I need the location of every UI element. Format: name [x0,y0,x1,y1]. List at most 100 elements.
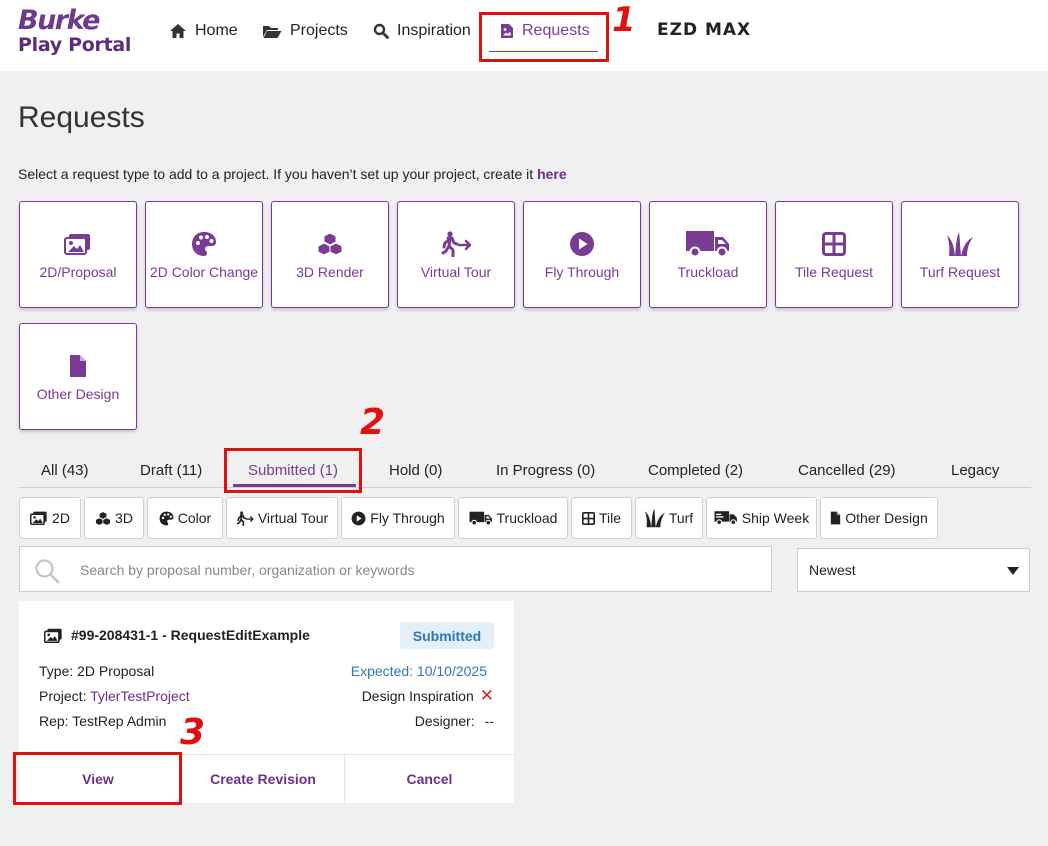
logo-brand: Burke [18,5,100,36]
request-type-virtual-tour[interactable]: Virtual Tour [397,201,515,308]
play-circle-icon [570,231,594,256]
request-card-title: #99-208431-1 - RequestEditExample [71,627,310,643]
truck-icon [469,511,492,526]
create-revision-button[interactable]: Create Revision [182,755,344,803]
filter-chip-label: Fly Through [370,510,445,526]
filter-chip-label: Color [177,510,212,526]
turf-icon [947,231,973,256]
filter-chip-label: Ship Week [741,510,810,526]
request-type-label: Turf Request [919,263,1001,280]
page-title: Requests [18,101,145,134]
annotation-number-1: 1 [612,0,636,40]
filter-chip-virtual-tour[interactable]: Virtual Tour [226,497,338,539]
search-input[interactable] [80,557,740,583]
turf-icon [644,508,665,528]
search-icon [35,559,60,584]
request-type-3d-render[interactable]: 3D Render [271,201,389,308]
logo[interactable]: Burke Play Portal [18,6,140,58]
images-icon [64,233,90,255]
home-icon [170,24,186,38]
tab-completed[interactable]: Completed (2) [648,462,743,479]
annotation-number-3: 3 [180,712,206,753]
filter-chip-label: 3D [115,510,133,526]
file-icon [831,511,841,525]
project-link[interactable]: TylerTestProject [90,688,190,704]
shipping-icon [714,511,737,526]
nav-inspiration[interactable]: Inspiration [373,20,471,42]
walking-icon [236,510,254,526]
request-type-fly-through[interactable]: Fly Through [523,201,641,308]
intro-text-body: Select a request type to add to a projec… [18,166,538,182]
ezd-max-link[interactable]: EZD MAX [657,20,751,40]
filter-chip-2d[interactable]: 2D [19,497,81,539]
status-badge: Submitted [400,622,494,649]
filter-chip-fly-through[interactable]: Fly Through [341,497,455,539]
filter-chip-label: Truckload [496,510,558,526]
nav-home[interactable]: Home [169,20,238,42]
rep-label: Rep: [39,713,69,729]
annotation-number-2: 2 [360,402,386,443]
filter-chip-other-design[interactable]: Other Design [820,497,938,539]
designer-label: Designer: [414,713,475,729]
palette-icon [192,231,216,256]
request-type-label: 2D Color Change [149,263,259,280]
design-inspiration-row: Design Inspiration ✕ [361,686,494,705]
filter-chip-label: Tile [598,510,622,526]
images-icon [30,511,47,525]
request-type-label: Other Design [36,385,120,402]
request-type-2d-color-change[interactable]: 2D Color Change [145,201,263,308]
request-type-tile-request[interactable]: Tile Request [775,201,893,308]
close-icon: ✕ [479,686,494,705]
filter-chip-label: Turf [668,510,694,526]
type-value: 2D Proposal [77,663,155,679]
nav-projects-label: Projects [290,22,348,39]
tabs-divider [19,487,1031,488]
filter-chip-color[interactable]: Color [147,497,223,539]
tab-draft[interactable]: Draft (11) [140,462,202,479]
annotation-box-submitted [224,448,362,493]
nav-projects[interactable]: Projects [262,20,348,42]
request-type-label: Truckload [677,263,739,280]
cubes-icon [95,510,111,526]
request-type-turf-request[interactable]: Turf Request [901,201,1019,308]
filter-chip-turf[interactable]: Turf [635,497,703,539]
request-type-label: Fly Through [544,263,620,280]
project-label: Project: [39,688,87,704]
request-type-truckload[interactable]: Truckload [649,201,767,308]
annotation-box-requests [479,12,609,62]
rep-value: TestRep Admin [72,713,167,729]
tile-icon [581,511,595,525]
filter-chip-label: 2D [52,510,70,526]
tab-cancelled[interactable]: Cancelled (29) [798,462,896,479]
request-type-label: Tile Request [794,263,874,280]
request-type-other-design[interactable]: Other Design [19,323,137,430]
request-rep-row: Rep: TestRep Admin [39,713,166,729]
design-inspiration-label: Design Inspiration [361,688,474,704]
designer-row: Designer: -- [415,713,494,729]
filter-chip-3d[interactable]: 3D [84,497,144,539]
request-card-header: #99-208431-1 - RequestEditExample [44,627,310,643]
type-label: Type: [39,663,74,679]
nav-inspiration-label: Inspiration [397,22,471,39]
request-type-2d-proposal[interactable]: 2D/Proposal [19,201,137,308]
tab-in-progress[interactable]: In Progress (0) [496,462,595,479]
chevron-down-icon [1007,567,1019,575]
intro-text: Select a request type to add to a projec… [18,166,567,182]
file-icon [70,354,86,377]
filter-chip-tile[interactable]: Tile [571,497,632,539]
nav-home-label: Home [195,22,238,39]
filter-chip-truckload[interactable]: Truckload [458,497,568,539]
filter-chip-label: Other Design [845,510,928,526]
search-box [19,546,772,592]
create-project-link[interactable]: here [537,166,567,182]
cancel-button[interactable]: Cancel [345,755,514,803]
tab-legacy[interactable]: Legacy [951,462,999,479]
filter-chip-label: Virtual Tour [257,510,329,526]
truck-icon [686,230,729,257]
tab-hold[interactable]: Hold (0) [389,462,442,479]
tab-all[interactable]: All (43) [41,462,89,479]
sort-select[interactable]: Newest [797,548,1030,592]
filter-chip-ship-week[interactable]: Ship Week [706,497,817,539]
search-icon [373,23,389,39]
cubes-icon [317,231,343,256]
